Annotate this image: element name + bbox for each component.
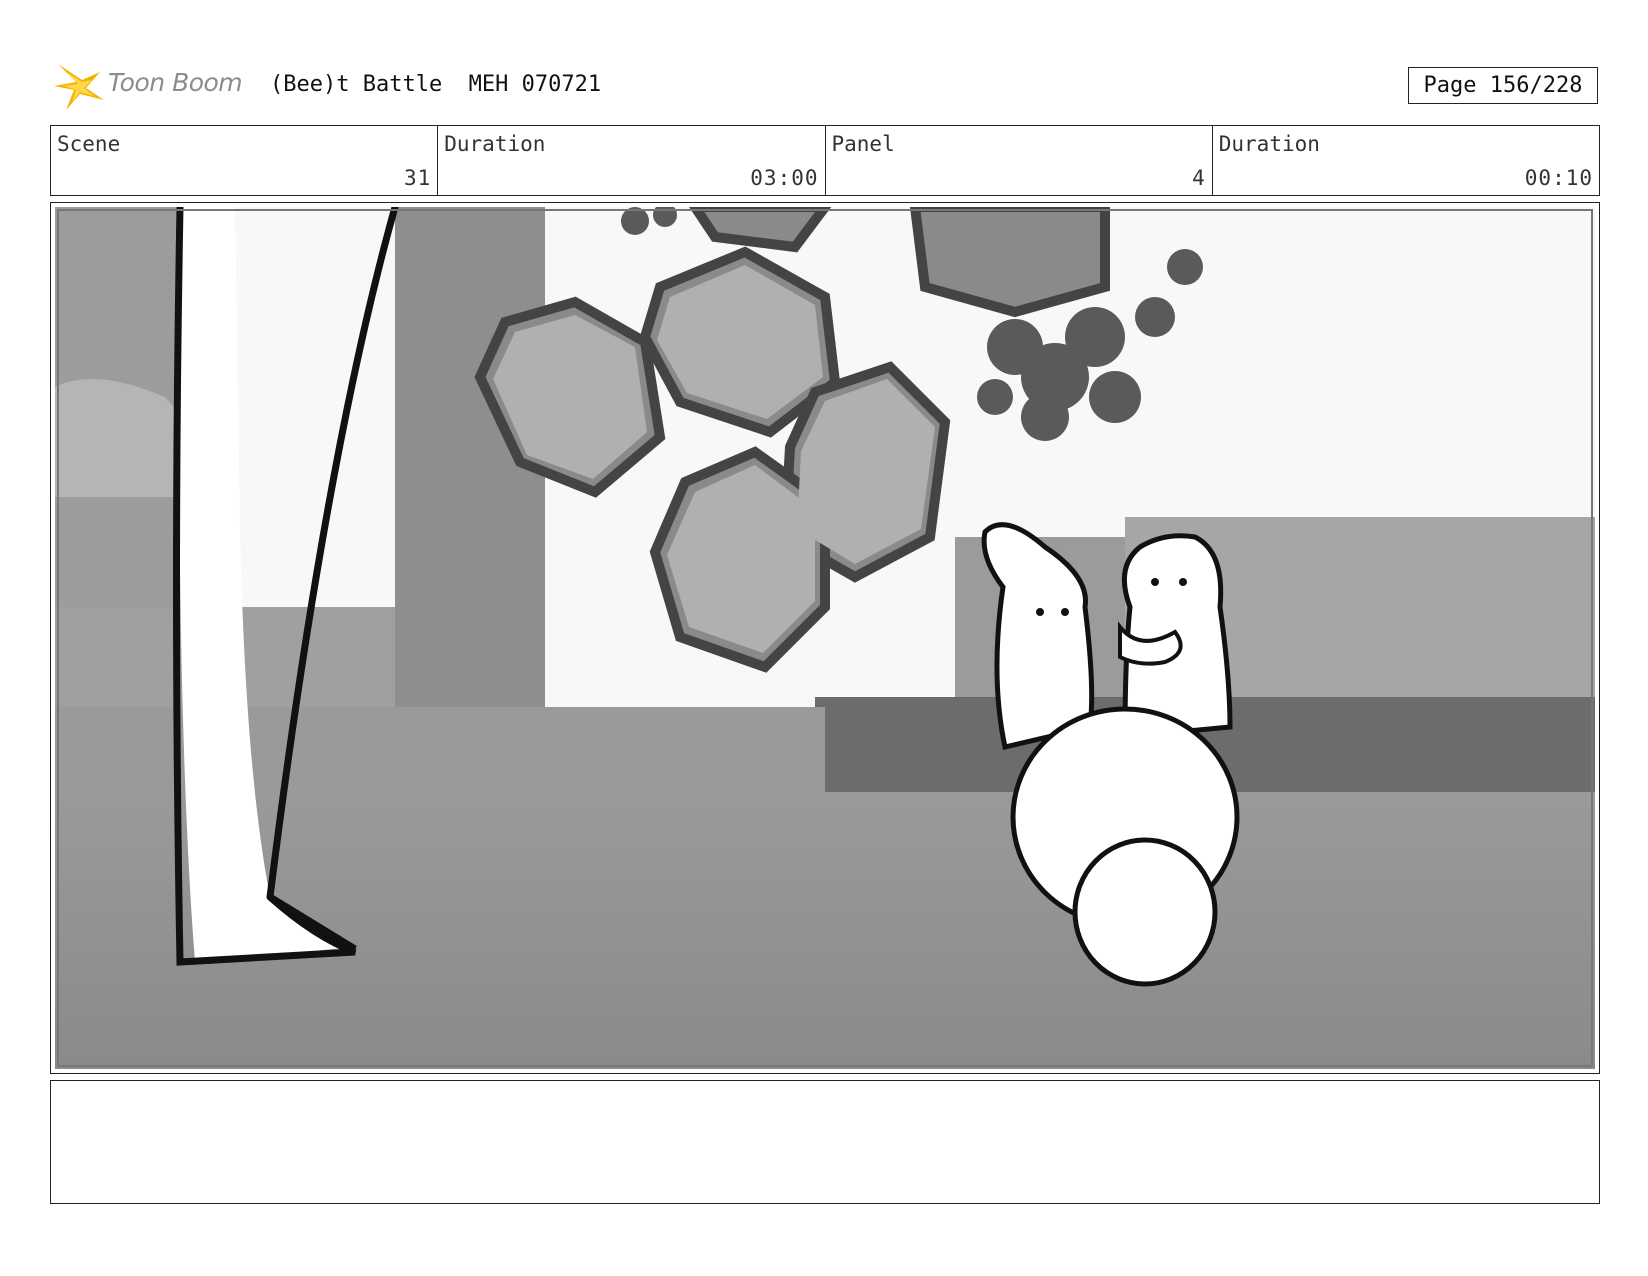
storyboard-info-row: Scene 31 Duration 03:00 Panel 4 Duration… [50, 125, 1600, 196]
burst-icon [54, 64, 104, 110]
scene-duration-label: Duration [444, 132, 546, 156]
logo-text: Toon Boom [108, 68, 243, 97]
panel-duration-label: Duration [1218, 132, 1320, 156]
panel-cell: Panel 4 [826, 126, 1213, 195]
panel-drawing [55, 207, 1595, 1069]
document-title: (Bee)t Battle MEH 070721 [270, 72, 602, 97]
scene-cell: Scene 31 [51, 126, 439, 195]
scene-duration-value: 03:00 [750, 166, 819, 190]
storyboard-panel-image [50, 202, 1600, 1074]
page-indicator: Page 156/228 [1408, 67, 1598, 104]
panel-duration-value: 00:10 [1524, 166, 1593, 190]
panel-value: 4 [1192, 166, 1206, 190]
scene-label: Scene [57, 132, 121, 156]
panel-notes-box [50, 1080, 1600, 1204]
panel-duration-cell: Duration 00:10 [1213, 126, 1599, 195]
scene-value: 31 [403, 166, 432, 190]
scene-duration-cell: Duration 03:00 [438, 126, 826, 195]
panel-label: Panel [831, 132, 895, 156]
toon-boom-logo: Toon Boom [52, 58, 252, 114]
